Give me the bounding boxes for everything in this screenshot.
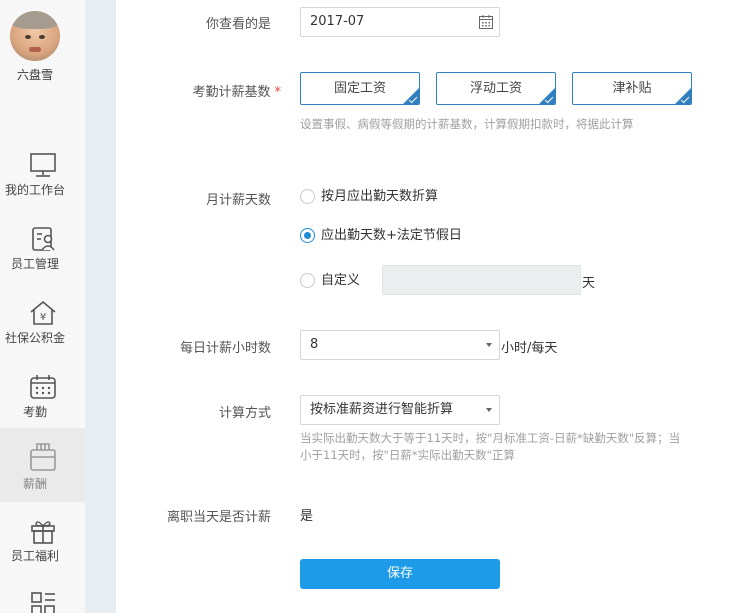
nav-label-salary: 薪酬	[22, 477, 47, 491]
calc-method-label: 计算方式	[218, 406, 271, 421]
base-option-allowance[interactable]: 津补贴	[572, 72, 692, 105]
daily-hours-select[interactable]: 8	[300, 330, 500, 360]
calc-method-hint-line2: 小于11天时，按"日薪*实际出勤天数"正算	[300, 448, 515, 462]
daily-hours-value: 8	[310, 337, 319, 352]
daily-hours-label: 每日计薪小时数	[179, 341, 271, 356]
salary-icon	[29, 443, 56, 471]
custom-days-input[interactable]	[382, 265, 581, 295]
svg-text:¥: ¥	[39, 312, 45, 323]
monthly-days-option-custom[interactable]: 自定义	[300, 271, 380, 291]
radio-label: 按月应出勤天数折算	[321, 189, 439, 204]
custom-days-unit: 天	[582, 276, 596, 291]
chevron-down-icon	[486, 408, 492, 412]
month-picker-input[interactable]: 2017-07	[300, 7, 500, 37]
monitor-icon	[29, 153, 56, 177]
monthly-days-label: 月计薪天数	[205, 193, 271, 208]
base-option-label: 津补贴	[612, 81, 652, 96]
radio-button-checked[interactable]	[300, 228, 315, 243]
nav-item-workbench[interactable]: 我的工作台	[0, 145, 85, 219]
username: 六盘雪	[16, 68, 53, 82]
calendar-icon[interactable]	[478, 14, 494, 30]
calendar-icon	[29, 375, 56, 399]
leave-day-value: 是	[300, 509, 314, 524]
nav-item-welfare[interactable]: 员工福利	[0, 511, 85, 585]
gift-icon	[30, 521, 55, 544]
daily-hours-unit: 小时/每天	[501, 341, 558, 356]
save-button[interactable]: 保存	[300, 559, 500, 589]
radio-button[interactable]	[300, 273, 315, 288]
radio-button[interactable]	[300, 189, 315, 204]
base-option-label: 浮动工资	[469, 81, 522, 96]
calc-method-hint-line1: 当实际出勤天数大于等于11天时，按"月标准工资-日薪*缺勤天数"反算；当	[300, 431, 681, 445]
nav-item-salary[interactable]: 薪酬	[0, 428, 85, 502]
radio-label: 应出勤天数+法定节假日	[321, 228, 462, 243]
leave-day-label: 离职当天是否计薪	[166, 510, 271, 525]
salary-base-label-text: 考勤计薪基数	[192, 85, 271, 100]
social-security-house-icon: ¥	[29, 300, 56, 325]
base-option-label: 固定工资	[333, 81, 386, 96]
required-mark: *	[274, 85, 282, 100]
monthly-days-option-prorate[interactable]: 按月应出勤天数折算	[300, 187, 500, 207]
calc-method-select[interactable]: 按标准薪资进行智能折算	[300, 395, 500, 425]
sidebar: 六盘雪 我的工作台 员工管理 ¥ 社保公积金 考勤 薪酬 员工福利	[0, 0, 85, 613]
month-picker-value: 2017-07	[310, 14, 365, 29]
monthly-days-option-holidays[interactable]: 应出勤天数+法定节假日	[300, 226, 500, 246]
nav-item-social-security[interactable]: ¥ 社保公积金	[0, 293, 85, 367]
employee-icon	[31, 227, 55, 251]
base-option-floating-salary[interactable]: 浮动工资	[436, 72, 556, 105]
nav-item-more[interactable]	[0, 583, 85, 613]
nav-label-social-security: 社保公积金	[4, 331, 65, 345]
salary-base-hint: 设置事假、病假等假期的计薪基数，计算假期扣款时，将据此计算	[300, 117, 634, 131]
calc-method-value: 按标准薪资进行智能折算	[310, 402, 454, 417]
salary-base-label: 考勤计薪基数 *	[130, 81, 281, 100]
base-option-fixed-salary[interactable]: 固定工资	[300, 72, 420, 105]
nav-label-workbench: 我的工作台	[4, 183, 65, 197]
radio-label: 自定义	[321, 273, 361, 288]
nav-label-welfare: 员工福利	[10, 549, 59, 563]
chevron-down-icon	[486, 343, 492, 347]
nav-item-employees[interactable]: 员工管理	[0, 219, 85, 293]
grid-icon	[30, 592, 55, 613]
nav-label-attendance: 考勤	[22, 405, 47, 419]
viewing-label: 你查看的是	[205, 17, 271, 32]
sidebar-divider	[85, 0, 116, 613]
avatar[interactable]	[10, 11, 60, 61]
nav-label-employees: 员工管理	[10, 257, 59, 271]
